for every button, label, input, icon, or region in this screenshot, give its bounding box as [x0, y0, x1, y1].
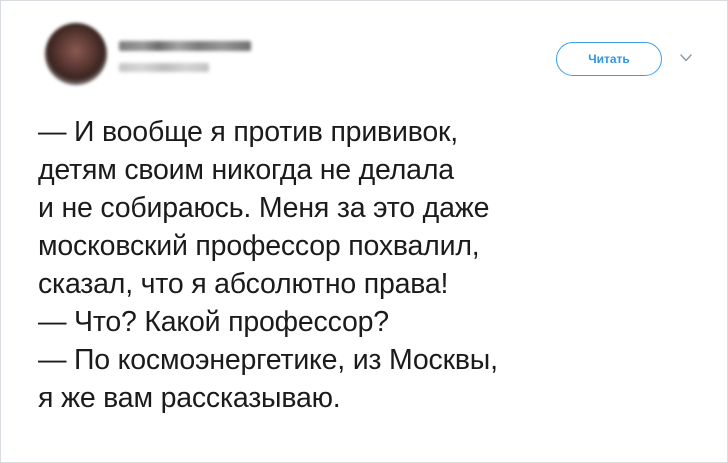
tweet-line: детям своим никогда не делала — [38, 154, 454, 186]
avatar[interactable] — [45, 23, 107, 85]
tweet-line: — Что? Какой профессор? — [38, 306, 389, 338]
tweet-line: и не собираюсь. Меня за это даже — [38, 192, 490, 224]
tweet-text: — И вообще я против прививок, детям свои… — [38, 113, 718, 417]
tweet-card: Читать — И вообще я против прививок, дет… — [0, 0, 728, 463]
author-name-blurred[interactable] — [119, 41, 251, 51]
tweet-line: московский профессор похвалил, — [38, 230, 480, 262]
follow-button[interactable]: Читать — [556, 42, 662, 76]
chevron-down-icon[interactable] — [679, 51, 693, 65]
tweet-line: — По космоэнергетике, из Москвы, — [38, 344, 498, 376]
tweet-line: — И вообще я против прививок, — [38, 116, 458, 148]
author-handle-blurred[interactable] — [119, 63, 209, 72]
tweet-line: я же вам рассказываю. — [38, 382, 341, 414]
tweet-line: сказал, что я абсолютно права! — [38, 268, 449, 300]
